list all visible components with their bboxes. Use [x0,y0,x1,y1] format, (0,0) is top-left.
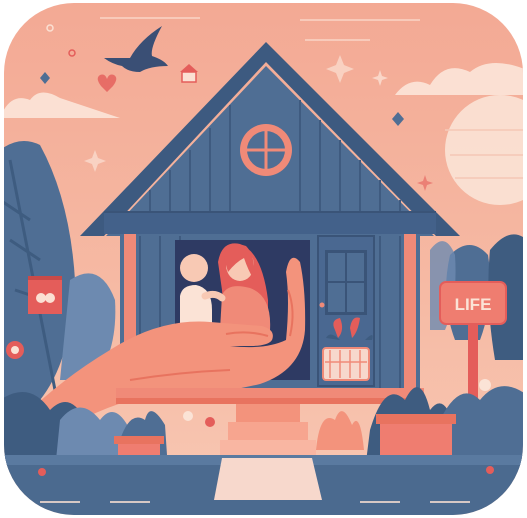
wall-sign [28,276,62,314]
sign-label: LIFE [455,295,492,314]
path [214,458,322,500]
illustration: LIFE [4,3,523,515]
round-window-icon [240,124,292,176]
pot [380,420,452,456]
